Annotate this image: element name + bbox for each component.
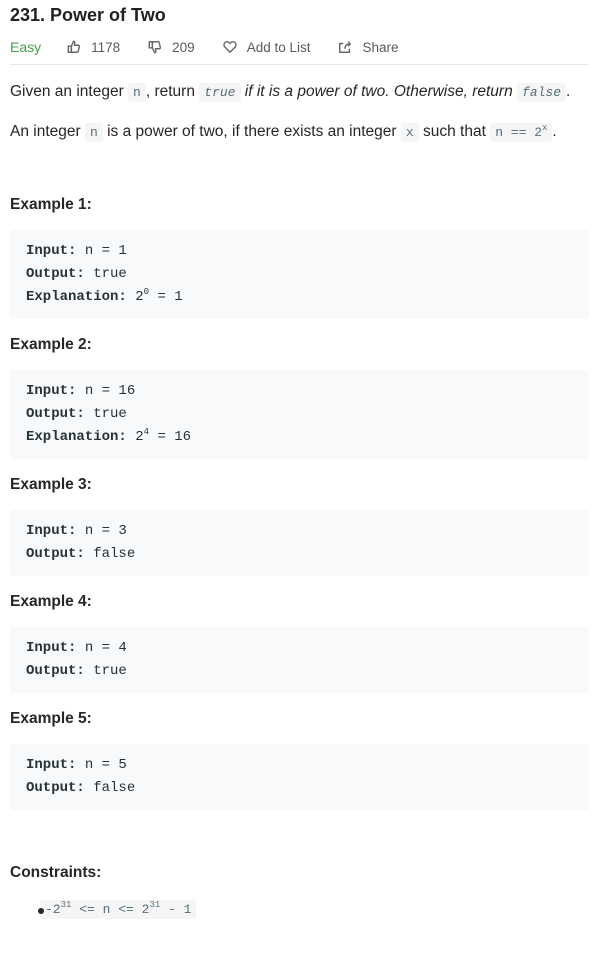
- explanation-base: 2: [135, 289, 144, 305]
- input-label: Input:: [26, 523, 77, 539]
- likes-count: 1178: [91, 39, 121, 55]
- like-button[interactable]: 1178: [67, 40, 120, 55]
- output-label: Output:: [26, 546, 85, 562]
- share-icon: [339, 41, 352, 53]
- output-value: false: [93, 780, 136, 796]
- description-paragraph-2: An integer n is a power of two, if there…: [10, 121, 589, 144]
- explanation-label: Explanation:: [26, 429, 127, 445]
- difficulty-badge: Easy: [10, 39, 42, 55]
- add-to-list-button[interactable]: Add to List: [222, 39, 311, 55]
- constraints-title: Constraints:: [10, 864, 102, 881]
- explanation-rest: = 1: [149, 289, 183, 305]
- input-value: n = 16: [84, 383, 136, 399]
- example-title: Example 3:: [10, 476, 92, 493]
- input-value: n = 1: [84, 243, 127, 259]
- constraint-code: -231 <= n <= 231 - 1: [40, 900, 197, 919]
- code-false: false: [517, 83, 567, 102]
- example-title: Example 2:: [10, 336, 92, 353]
- output-value: true: [93, 663, 127, 679]
- problem-meta-bar: Easy 1178 209 Add to List Share: [10, 30, 589, 65]
- text: n == 2: [495, 125, 543, 140]
- text: .: [552, 123, 557, 140]
- output-value: true: [93, 406, 127, 422]
- constraints-list: -231 <= n <= 231 - 1: [10, 900, 589, 919]
- explanation-rest: = 16: [149, 429, 192, 445]
- example-block: Input: n = 3 Output: false: [10, 510, 589, 576]
- dislikes-count: 209: [172, 39, 195, 55]
- code-n-equals-2x: n == 2x: [490, 123, 553, 142]
- superscript: 31: [60, 900, 72, 910]
- output-label: Output:: [26, 780, 85, 796]
- text: is a power of two, if there exists an in…: [102, 123, 401, 140]
- output-value: false: [93, 546, 136, 562]
- share-button[interactable]: Share: [338, 39, 399, 55]
- input-value: n = 4: [84, 640, 127, 656]
- text: such that: [418, 123, 491, 140]
- problem-title: 231. Power of Two: [10, 5, 166, 25]
- share-label: Share: [362, 39, 399, 55]
- add-to-list-label: Add to List: [246, 39, 311, 55]
- example-title: Example 4:: [10, 593, 92, 610]
- superscript: x: [542, 123, 548, 133]
- superscript: 31: [149, 900, 161, 910]
- italic-text: if it is a power of two. Otherwise, retu…: [240, 83, 518, 100]
- heart-icon: [222, 41, 237, 54]
- input-label: Input:: [26, 757, 77, 773]
- text: An integer: [10, 123, 85, 140]
- example-block: Input: n = 4 Output: true: [10, 627, 589, 693]
- example-block: Input: n = 5 Output: false: [10, 744, 589, 810]
- text: .: [566, 83, 571, 100]
- input-value: n = 3: [84, 523, 127, 539]
- text: <= n <= 2: [71, 902, 150, 917]
- example-block: Input: n = 16 Output: true Explanation: …: [10, 370, 589, 459]
- explanation-label: Explanation:: [26, 289, 127, 305]
- example-block: Input: n = 1 Output: true Explanation: 2…: [10, 230, 589, 319]
- description-paragraph-1: Given an integer n, return true if it is…: [10, 81, 589, 104]
- input-label: Input:: [26, 383, 77, 399]
- constraint-item: -231 <= n <= 231 - 1: [38, 900, 589, 919]
- thumbs-up-icon: [67, 40, 81, 53]
- text: Given an integer: [10, 83, 129, 100]
- input-label: Input:: [26, 243, 77, 259]
- text: -2: [45, 902, 61, 917]
- example-title: Example 1:: [10, 196, 92, 213]
- input-value: n = 5: [84, 757, 127, 773]
- code-n: n: [84, 123, 103, 142]
- input-label: Input:: [26, 640, 77, 656]
- thumbs-down-icon: [148, 41, 162, 54]
- explanation-base: 2: [135, 429, 144, 445]
- output-label: Output:: [26, 406, 85, 422]
- text: - 1: [160, 902, 192, 917]
- output-value: true: [93, 266, 127, 282]
- problem-page: 231. Power of Two Easy 1178 209 Add to L…: [0, 0, 603, 919]
- output-label: Output:: [26, 266, 85, 282]
- code-n: n: [128, 83, 146, 102]
- text: , return: [145, 83, 200, 100]
- example-title: Example 5:: [10, 710, 92, 727]
- dislike-button[interactable]: 209: [148, 40, 195, 55]
- code-true: true: [199, 83, 241, 102]
- code-x: x: [400, 123, 419, 142]
- output-label: Output:: [26, 663, 85, 679]
